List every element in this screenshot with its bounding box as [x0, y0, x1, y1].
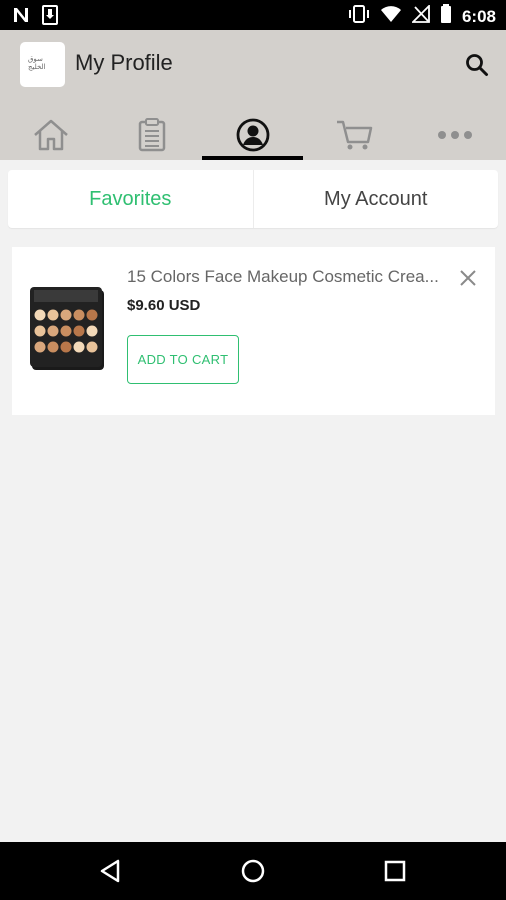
- battery-icon: [440, 4, 452, 29]
- user-icon: [236, 118, 269, 152]
- app-header: سوق الخليج My Profile: [0, 30, 506, 160]
- no-signal-icon: [410, 3, 430, 28]
- product-title[interactable]: 15 Colors Face Makeup Cosmetic Crea...: [127, 267, 450, 287]
- more-icon: [437, 131, 472, 139]
- tab-orders[interactable]: [101, 110, 202, 160]
- tab-bar: [0, 110, 506, 160]
- tab-profile[interactable]: [202, 110, 303, 160]
- wifi-icon: [380, 5, 402, 28]
- clipboard-icon: [138, 118, 165, 152]
- add-to-cart-button[interactable]: ADD TO CART: [127, 335, 239, 384]
- search-icon: [466, 54, 488, 76]
- home-icon: [33, 119, 68, 151]
- cart-icon: [336, 120, 372, 150]
- vibrate-icon: [348, 4, 370, 29]
- close-icon: [460, 270, 476, 286]
- back-icon: [100, 859, 120, 883]
- tab-favorites[interactable]: Favorites: [8, 170, 253, 228]
- status-time: 6:08: [461, 6, 496, 26]
- search-button[interactable]: [464, 52, 490, 78]
- logo-text: سوق الخليج: [28, 56, 46, 71]
- page-title: My Profile: [75, 50, 173, 75]
- profile-segmented-control: Favorites My Account: [8, 170, 498, 228]
- circle-home-icon: [241, 859, 265, 883]
- product-price: $9.60 USD: [127, 297, 201, 314]
- home-button[interactable]: [238, 856, 268, 886]
- favorite-product-card[interactable]: 15 Colors Face Makeup Cosmetic Crea... $…: [12, 247, 495, 415]
- recents-button[interactable]: [380, 856, 410, 886]
- product-image[interactable]: [28, 287, 106, 375]
- app-logo: سوق الخليج: [20, 42, 65, 87]
- back-button[interactable]: [96, 856, 126, 886]
- tab-cart[interactable]: [303, 110, 404, 160]
- remove-favorite-button[interactable]: [457, 267, 479, 289]
- tab-home[interactable]: [0, 110, 101, 160]
- tab-my-account[interactable]: My Account: [252, 170, 499, 228]
- download-icon: [42, 5, 58, 30]
- n-icon: [12, 6, 30, 29]
- system-navigation-bar: [0, 842, 506, 900]
- tab-more[interactable]: [404, 110, 505, 160]
- status-bar: 6:08: [0, 0, 506, 30]
- square-recents-icon: [384, 860, 406, 882]
